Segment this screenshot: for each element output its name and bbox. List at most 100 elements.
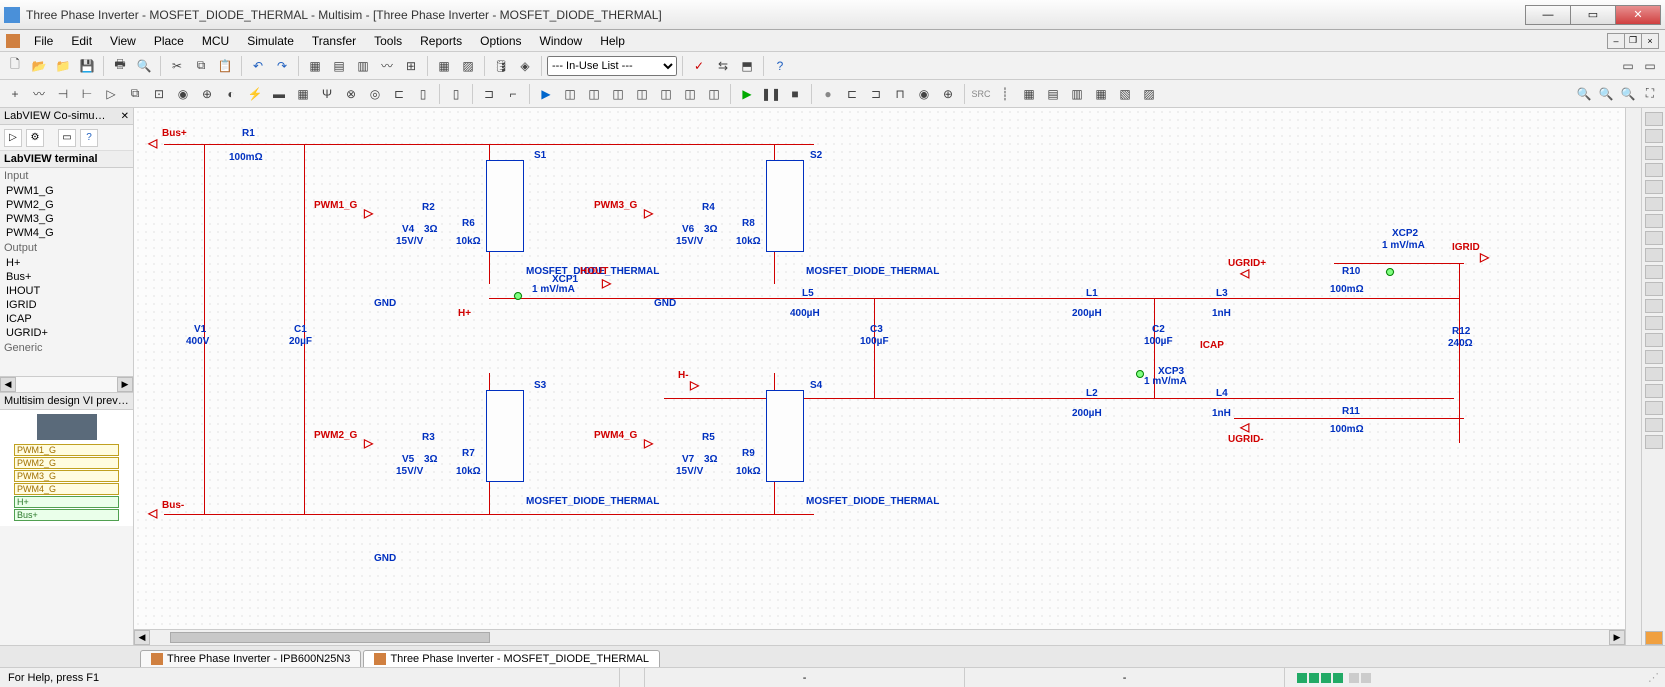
tool-icon[interactable]: ┊ — [994, 83, 1016, 105]
comp-r11[interactable]: R11 — [1342, 406, 1360, 417]
instrument-icon[interactable] — [1645, 384, 1663, 398]
scope-icon[interactable]: ◫ — [559, 83, 581, 105]
basic-icon[interactable]: 〰 — [28, 83, 50, 105]
misc-icon[interactable]: ◉ — [172, 83, 194, 105]
comp-l5[interactable]: L5 — [802, 288, 814, 299]
comp-s3-box[interactable] — [486, 390, 524, 482]
scope-icon[interactable]: ◫ — [631, 83, 653, 105]
scope-icon[interactable]: ◫ — [583, 83, 605, 105]
run-icon[interactable]: ▶ — [736, 83, 758, 105]
zoom-in-icon[interactable]: 🔍 — [1573, 83, 1595, 105]
list-item[interactable]: PWM2_G — [0, 198, 133, 212]
comp-v1[interactable]: V1 — [194, 324, 206, 335]
labview-icon[interactable] — [1645, 631, 1663, 645]
tool-icon[interactable]: ▦ — [304, 55, 326, 77]
tool-icon[interactable]: ⬒ — [736, 55, 758, 77]
close-button[interactable]: ✕ — [1615, 5, 1661, 25]
redo-icon[interactable]: ↷ — [271, 55, 293, 77]
advanced-icon[interactable]: ▦ — [292, 83, 314, 105]
tool-icon[interactable]: ▤ — [328, 55, 350, 77]
comp-s1-box[interactable] — [486, 160, 524, 252]
scope-icon[interactable]: ◫ — [679, 83, 701, 105]
instrument-icon[interactable] — [1645, 299, 1663, 313]
tool-icon[interactable]: ◉ — [913, 83, 935, 105]
list-item[interactable]: ICAP — [0, 312, 133, 326]
bus-icon[interactable]: ⊐ — [478, 83, 500, 105]
comp-v5[interactable]: V5 — [402, 454, 414, 465]
comp-l4[interactable]: L4 — [1216, 388, 1228, 399]
tool-icon[interactable]: ⊏ — [841, 83, 863, 105]
instrument-icon[interactable] — [1645, 163, 1663, 177]
tab-sheet[interactable]: Three Phase Inverter - IPB600N25N3 — [140, 650, 361, 667]
tool-icon[interactable]: ▥ — [352, 55, 374, 77]
menu-tools[interactable]: Tools — [366, 32, 410, 50]
ic-icon[interactable]: ▭ — [1617, 55, 1639, 77]
source-icon[interactable]: + — [4, 83, 26, 105]
comp-r10[interactable]: R10 — [1342, 266, 1360, 277]
mdi-minimize-button[interactable]: – — [1607, 33, 1625, 49]
comp-c1[interactable]: C1 — [294, 324, 307, 335]
print-icon[interactable]: 🖶 — [109, 55, 131, 77]
copy-icon[interactable]: ⧉ — [190, 55, 212, 77]
interactive-icon[interactable]: ▶ — [535, 83, 557, 105]
instrument-icon[interactable] — [1645, 248, 1663, 262]
list-item[interactable]: PWM1_G — [0, 184, 133, 198]
tool-icon[interactable]: ▤ — [1042, 83, 1064, 105]
pause-icon[interactable]: ❚❚ — [760, 83, 782, 105]
check-icon[interactable]: ✓ — [688, 55, 710, 77]
list-item[interactable]: H+ — [0, 256, 133, 270]
comp-s4-box[interactable] — [766, 390, 804, 482]
comp-r5[interactable]: R5 — [702, 432, 715, 443]
comp-r2[interactable]: R2 — [422, 202, 435, 213]
menu-help[interactable]: Help — [592, 32, 633, 50]
tool-icon[interactable]: ⇆ — [712, 55, 734, 77]
comp-c2[interactable]: C2 — [1152, 324, 1165, 335]
tool-icon[interactable]: ▨ — [1138, 83, 1160, 105]
instrument-icon[interactable] — [1645, 282, 1663, 296]
comp-r9[interactable]: R9 — [742, 448, 755, 459]
tool-icon[interactable]: ▦ — [1090, 83, 1112, 105]
list-item[interactable]: PWM4_G — [0, 226, 133, 240]
comp-v7[interactable]: V7 — [682, 454, 694, 465]
probe-icon[interactable] — [514, 292, 522, 300]
mdi-close-button[interactable]: × — [1641, 33, 1659, 49]
help-icon[interactable]: ? — [769, 55, 791, 77]
gear-icon[interactable]: ⚙ — [26, 129, 44, 147]
print-preview-icon[interactable]: 🔍 — [133, 55, 155, 77]
zoom-fit-icon[interactable]: ⛶ — [1639, 83, 1661, 105]
tool-icon[interactable]: ▥ — [1066, 83, 1088, 105]
panel-close-icon[interactable]: ✕ — [121, 111, 129, 122]
sidebar-hscroll[interactable]: ◀▶ — [0, 376, 133, 392]
comp-l1[interactable]: L1 — [1086, 288, 1098, 299]
list-item[interactable]: Bus+ — [0, 270, 133, 284]
instrument-icon[interactable] — [1645, 401, 1663, 415]
stop-icon[interactable]: ■ — [784, 83, 806, 105]
canvas-vscroll[interactable] — [1625, 108, 1641, 645]
comp-r1[interactable]: R1 — [242, 128, 255, 139]
list-item[interactable]: IHOUT — [0, 284, 133, 298]
instrument-icon[interactable] — [1645, 367, 1663, 381]
canvas-hscroll[interactable]: ◀ ▶ — [134, 629, 1625, 645]
probe-icon[interactable] — [1136, 370, 1144, 378]
instrument-icon[interactable] — [1645, 350, 1663, 364]
comp-v4[interactable]: V4 — [402, 224, 414, 235]
list-item[interactable]: PWM3_G — [0, 212, 133, 226]
comp-s2-box[interactable] — [766, 160, 804, 252]
tool-icon[interactable]: ▦ — [1018, 83, 1040, 105]
menu-window[interactable]: Window — [532, 32, 591, 50]
tool-icon[interactable]: ⊓ — [889, 83, 911, 105]
cut-icon[interactable]: ✂ — [166, 55, 188, 77]
comp-r7[interactable]: R7 — [462, 448, 475, 459]
instrument-icon[interactable] — [1645, 180, 1663, 194]
menu-view[interactable]: View — [102, 32, 144, 50]
comp-r6[interactable]: R6 — [462, 218, 475, 229]
menu-simulate[interactable]: Simulate — [239, 32, 302, 50]
instrument-icon[interactable] — [1645, 112, 1663, 126]
comp-r8[interactable]: R8 — [742, 218, 755, 229]
instrument-icon[interactable] — [1645, 316, 1663, 330]
menu-place[interactable]: Place — [146, 32, 192, 50]
tool-icon[interactable]: ⊕ — [937, 83, 959, 105]
menu-mcu[interactable]: MCU — [194, 32, 237, 50]
text-icon[interactable]: SRC — [970, 83, 992, 105]
menu-edit[interactable]: Edit — [63, 32, 100, 50]
